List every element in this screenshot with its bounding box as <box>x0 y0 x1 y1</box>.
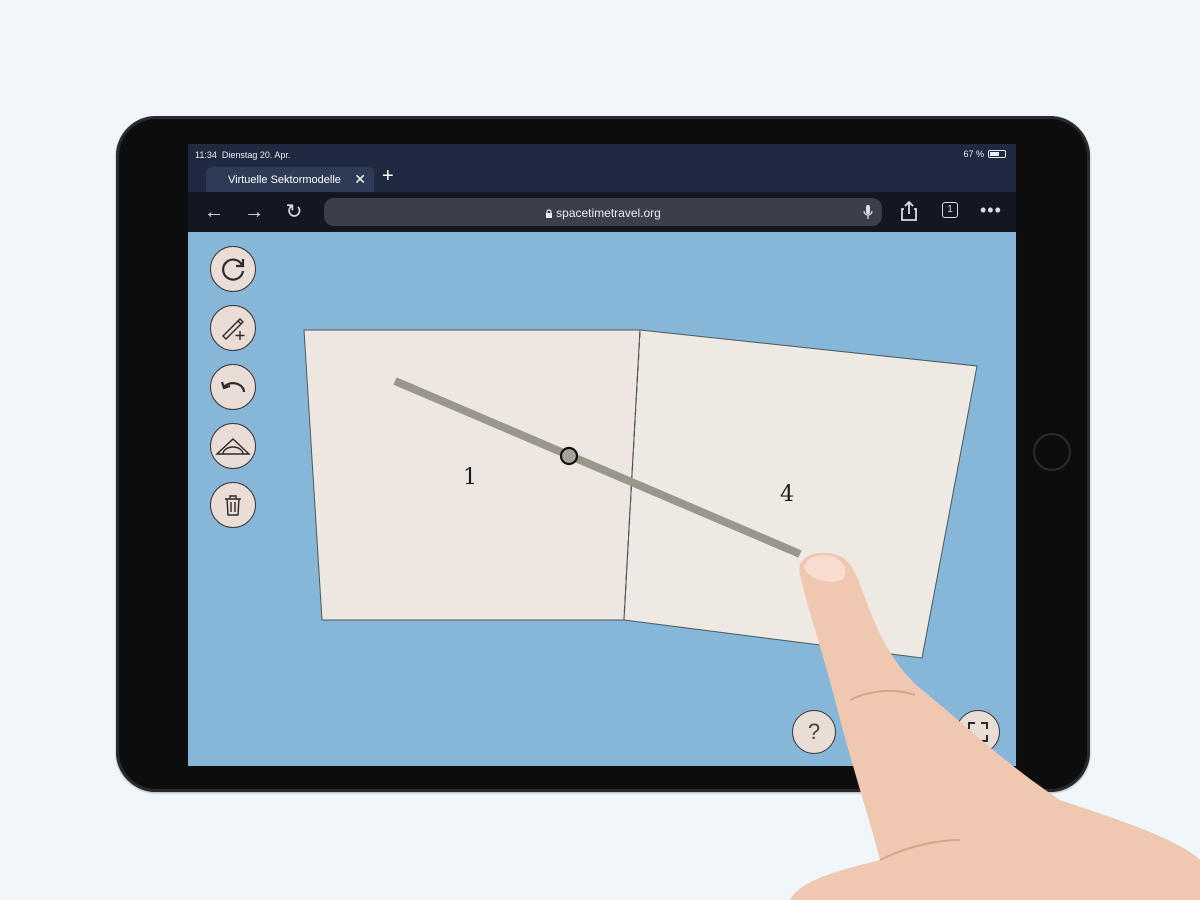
new-tab-button[interactable]: + <box>382 165 394 188</box>
share-icon[interactable] <box>900 200 918 222</box>
browser-toolbar: ← → ↻ spacetimetravel.org 1 ••• <box>188 192 1016 232</box>
tab-bar: Virtuelle Sektormodelle ✕ + <box>188 164 1016 192</box>
sector-label-4: 4 <box>780 482 794 507</box>
settings-button[interactable] <box>902 710 946 754</box>
lock-icon <box>546 209 553 218</box>
forward-button[interactable]: → <box>242 200 266 224</box>
reload-button[interactable]: ↻ <box>282 200 306 224</box>
geodesic-line[interactable] <box>393 377 802 558</box>
close-tab-icon[interactable]: ✕ <box>354 171 366 188</box>
status-bar: 11:34 Dienstag 20. Apr. 67 % <box>188 144 1016 164</box>
trash-icon <box>225 495 241 516</box>
draw-line-icon <box>222 318 245 340</box>
tab-title: Virtuelle Sektormodelle <box>228 174 341 186</box>
reset-icon <box>222 258 245 281</box>
browser-tab[interactable]: Virtuelle Sektormodelle ✕ <box>206 167 374 192</box>
tab-switcher-button[interactable]: 1 <box>942 202 958 218</box>
microphone-icon[interactable] <box>863 204 873 220</box>
fullscreen-icon <box>968 722 988 742</box>
protractor-icon <box>215 438 251 455</box>
sector-4[interactable] <box>623 329 978 659</box>
sector-seam <box>623 331 641 619</box>
fullscreen-button[interactable] <box>956 710 1000 754</box>
line-joint-handle[interactable] <box>559 446 579 466</box>
battery-percent: 67 % <box>963 149 984 159</box>
delete-button[interactable] <box>210 482 256 528</box>
url-display: spacetimetravel.org <box>324 206 882 220</box>
protractor-button[interactable] <box>210 423 256 469</box>
help-button[interactable]: ? <box>792 710 836 754</box>
address-bar[interactable]: spacetimetravel.org <box>324 198 882 226</box>
sector-model-canvas[interactable]: 1 4 <box>188 144 1016 766</box>
undo-icon <box>220 381 246 393</box>
help-icon: ? <box>807 719 821 744</box>
tablet-screen: 11:34 Dienstag 20. Apr. 67 % Virtuelle S… <box>188 144 1016 766</box>
more-options-icon[interactable]: ••• <box>980 200 1002 221</box>
status-time: 11:34 Dienstag 20. Apr. <box>195 150 291 160</box>
undo-button[interactable] <box>210 364 256 410</box>
sector-1[interactable] <box>303 329 641 621</box>
back-button[interactable]: ← <box>202 200 226 224</box>
draw-line-button[interactable] <box>210 305 256 351</box>
reset-button[interactable] <box>210 246 256 292</box>
sector-label-1: 1 <box>463 465 477 490</box>
home-button[interactable] <box>1033 433 1071 471</box>
battery-status: 67 % <box>963 149 1006 159</box>
battery-icon <box>988 150 1006 158</box>
